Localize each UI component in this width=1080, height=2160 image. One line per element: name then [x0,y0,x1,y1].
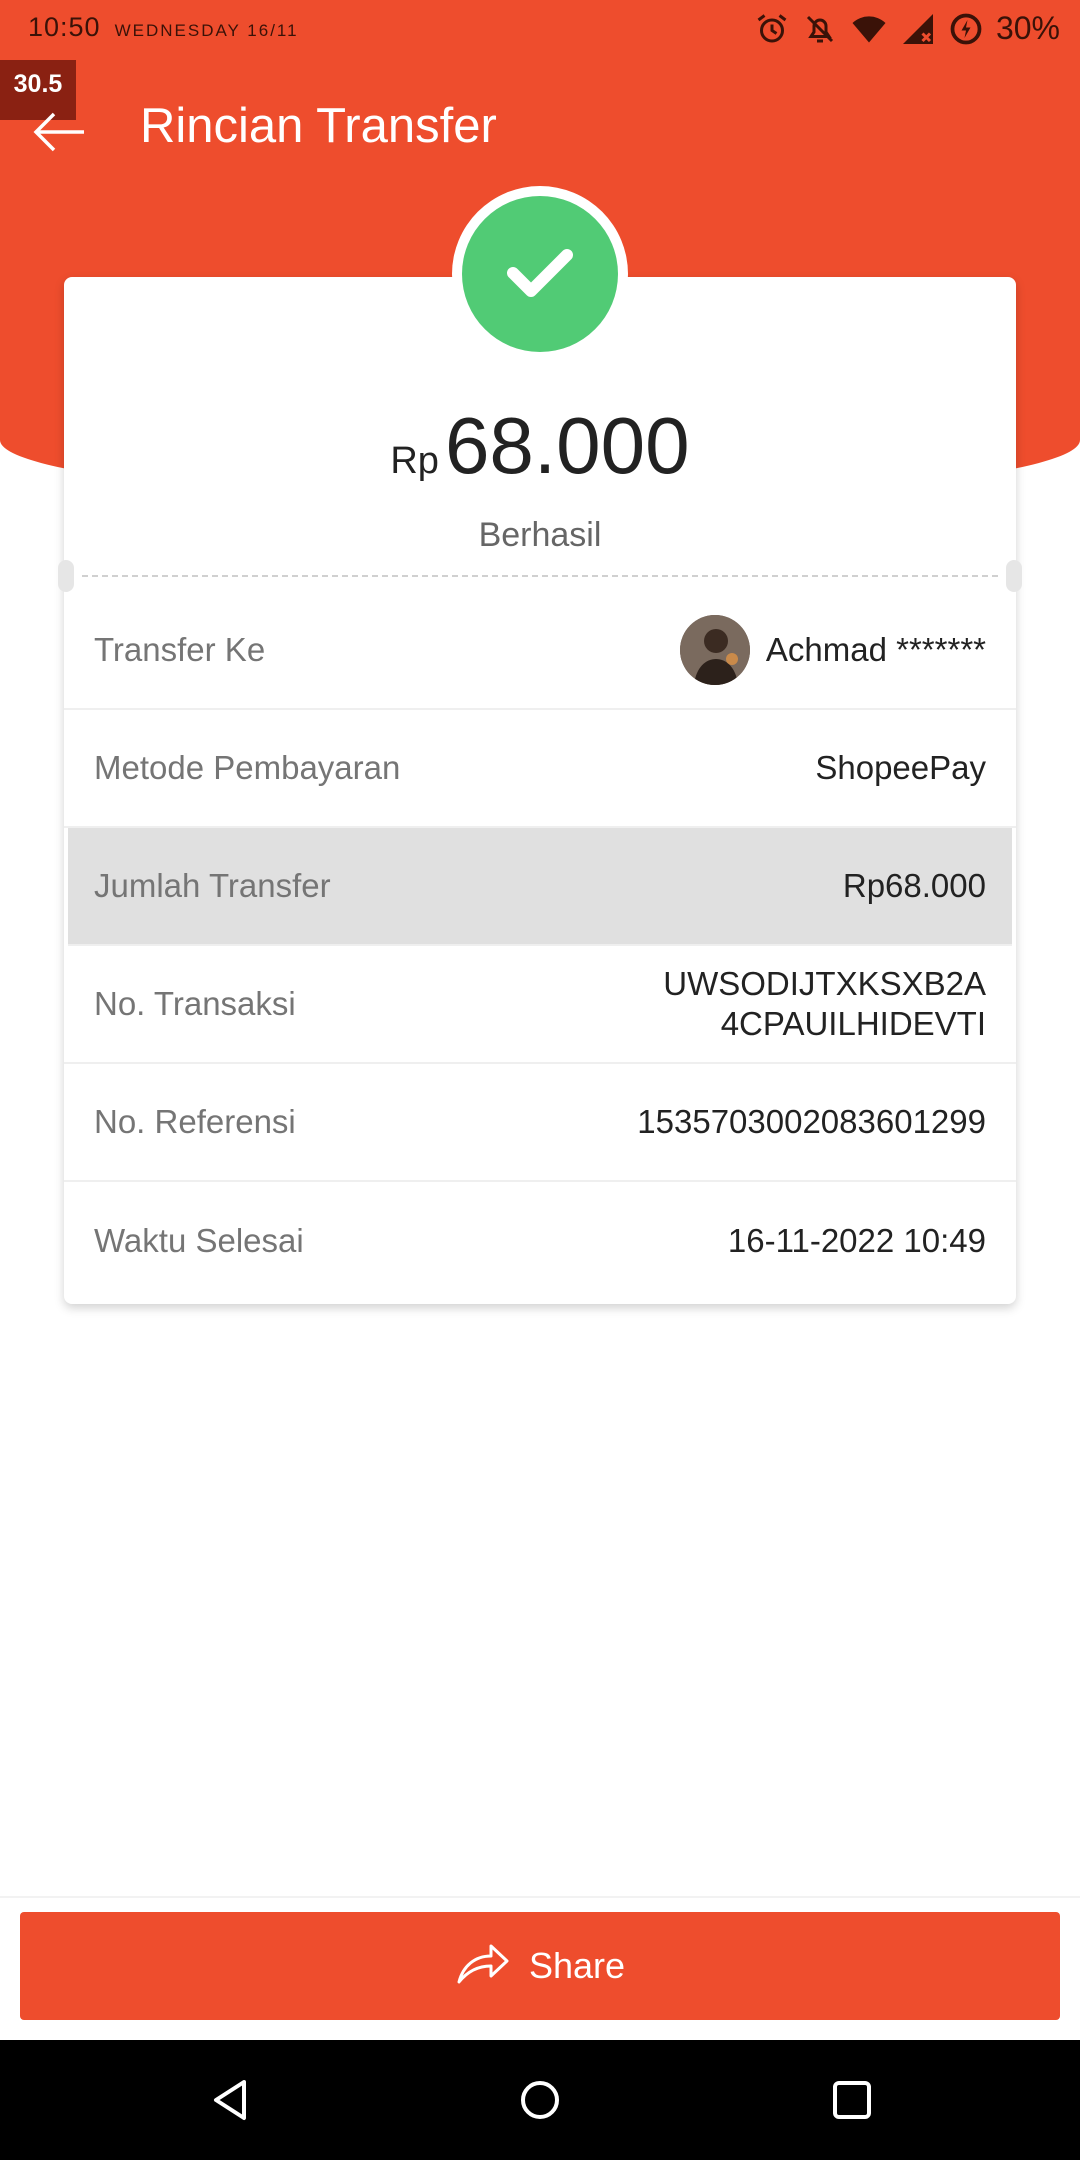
transaction-id: UWSODIJTXKSXB2A 4CPAUILHIDEVTI [663,964,986,1044]
share-button[interactable]: Share [20,1912,1060,2020]
detail-row-transaction-no: No. Transaksi UWSODIJTXKSXB2A 4CPAUILHID… [64,946,1016,1064]
arrow-left-icon [28,112,92,168]
battery-percent: 30% [995,10,1060,46]
signal-icon [900,11,936,47]
detail-label: Transfer Ke [94,631,266,668]
detail-row-reference-no: No. Referensi 1535703002083601299 [64,1064,1016,1182]
detail-label: No. Referensi [94,1103,296,1140]
success-badge [462,196,618,352]
system-nav-bar [0,2040,1080,2160]
amount-value: 68.000 [444,401,690,490]
avatar [679,615,750,685]
detail-label: Metode Pembayaran [94,749,401,786]
status-time: 10:50 [28,12,101,42]
alarm-icon [754,11,790,47]
nav-back-button[interactable] [200,2070,260,2130]
status-bar: 10:50 WEDNESDAY 16/11 30% [0,0,1080,58]
amount-currency: Rp [390,440,439,482]
transaction-id-line1: UWSODIJTXKSXB2A [663,965,986,1002]
status-left: 10:50 WEDNESDAY 16/11 [28,12,299,43]
wifi-icon [850,11,888,47]
detail-label: No. Transaksi [94,985,296,1022]
detail-row-completed-time: Waktu Selesai 16-11-2022 10:49 [64,1182,1016,1300]
transaction-id-line2: 4CPAUILHIDEVTI [720,1005,986,1042]
transfer-amount-display: Rp68.000 [64,400,1016,492]
check-icon [495,227,585,322]
detail-value: 16-11-2022 10:49 [727,1222,986,1259]
battery-saver-icon [948,11,984,47]
detail-row-payment-method: Metode Pembayaran ShopeePay [64,710,1016,828]
detail-label: Jumlah Transfer [94,867,331,904]
back-icon [200,2080,260,2134]
share-icon [455,1938,511,1995]
detail-value: Rp68.000 [842,867,986,904]
ticket-notch-right [1006,560,1022,592]
nav-home-button[interactable] [510,2070,570,2130]
transfer-details: Transfer Ke Achmad ******* Metode Pembay… [64,592,1016,1300]
detail-row-transfer-to: Transfer Ke Achmad ******* [64,592,1016,710]
transaction-status: Berhasil [478,516,602,554]
recipient-name: Achmad ******* [765,631,986,668]
status-right: 30% [754,10,1060,47]
page-title: Rincian Transfer [140,99,497,153]
status-date: WEDNESDAY 16/11 [114,21,299,40]
notifications-off-icon [802,11,838,47]
detail-value: 1535703002083601299 [637,1103,986,1140]
home-icon [510,2081,570,2134]
recipient: Achmad ******* [679,615,986,685]
back-button[interactable] [28,100,92,164]
recents-icon [822,2081,882,2134]
detail-label: Waktu Selesai [94,1222,304,1259]
dashed-divider [82,575,998,577]
nav-recents-button[interactable] [822,2070,882,2130]
ticket-notch-left [58,560,74,592]
detail-value: ShopeePay [815,749,986,786]
detail-row-transfer-amount[interactable]: Jumlah Transfer Rp68.000 [68,828,1012,946]
share-label: Share [528,1945,626,1986]
